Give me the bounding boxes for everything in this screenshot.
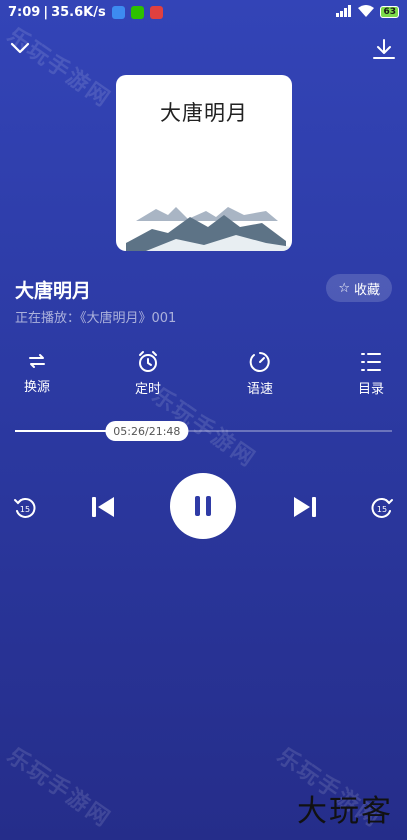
- now-playing-text: 正在播放：《大唐明月》001: [15, 311, 177, 326]
- app-notification-icon: [111, 5, 125, 19]
- star-icon: ☆: [338, 280, 350, 296]
- wifi-icon: [358, 4, 375, 20]
- network-speed: 35.6K/s: [51, 4, 106, 20]
- forward-15-button[interactable]: 15: [369, 495, 395, 525]
- tool-switch-source[interactable]: 换源: [7, 350, 67, 395]
- status-left: 7:09 | 35.6K/s: [8, 5, 163, 20]
- mountain-illustration: [126, 207, 292, 251]
- download-icon: [373, 39, 395, 59]
- progress-fill: [15, 430, 109, 432]
- next-button[interactable]: [291, 494, 319, 524]
- tool-label: 语速: [246, 382, 273, 397]
- album-cover: 大唐明月: [116, 75, 292, 251]
- rewind-icon: 15: [14, 498, 36, 518]
- forward-icon: 15: [371, 498, 393, 518]
- corner-logo: 大玩客: [297, 794, 393, 829]
- book-title: 大唐明月: [15, 280, 92, 302]
- app-notification-icon: [149, 5, 163, 19]
- time-display: 05:26/21:48: [113, 424, 181, 438]
- favorite-button[interactable]: ☆ 收藏: [326, 274, 392, 302]
- status-separator: |: [43, 4, 49, 20]
- battery-level: 63: [383, 7, 396, 17]
- swap-icon: [29, 354, 45, 368]
- skip-next-icon: [294, 497, 316, 517]
- tool-label: 目录: [357, 382, 384, 397]
- forward-seconds: 15: [377, 505, 387, 514]
- tool-label: 换源: [23, 380, 50, 395]
- watermark: 乐玩手游网: [2, 743, 115, 833]
- signal-icon: [336, 4, 352, 20]
- favorite-label: 收藏: [353, 282, 380, 298]
- wechat-icon: [130, 5, 144, 19]
- alarm-clock-icon: [139, 351, 157, 372]
- previous-button[interactable]: [89, 494, 117, 524]
- rewind-seconds: 15: [20, 505, 30, 514]
- status-bar: 7:09 | 35.6K/s 63: [0, 0, 407, 24]
- cover-title: 大唐明月: [160, 101, 248, 125]
- list-icon: [361, 353, 381, 371]
- tool-catalog[interactable]: 目录: [341, 350, 401, 397]
- speed-icon: [249, 352, 270, 372]
- play-pause-button[interactable]: [170, 473, 236, 539]
- tool-speed[interactable]: 语速: [230, 350, 290, 397]
- status-right: 63: [336, 4, 399, 20]
- watermark: 乐玩手游网: [2, 23, 115, 113]
- rewind-15-button[interactable]: 15: [12, 495, 38, 525]
- status-time: 7:09: [8, 4, 41, 20]
- download-button[interactable]: [372, 38, 396, 64]
- battery-icon: 63: [380, 6, 399, 18]
- pause-icon: [195, 496, 211, 516]
- skip-previous-icon: [92, 497, 114, 517]
